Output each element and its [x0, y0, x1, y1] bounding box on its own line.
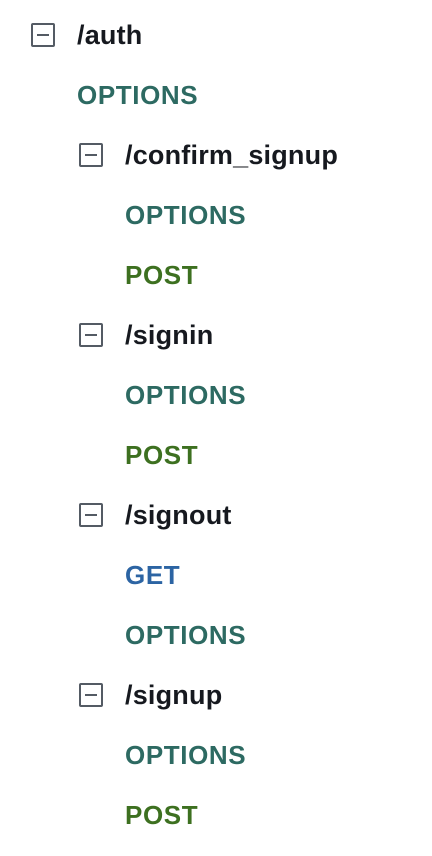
minus-icon	[85, 153, 97, 157]
method-label[interactable]: OPTIONS	[125, 200, 246, 231]
collapse-signup-minus-square-icon[interactable]	[79, 683, 103, 707]
method-label[interactable]: OPTIONS	[125, 740, 246, 771]
collapse-signout-minus-square-icon[interactable]	[79, 503, 103, 527]
method-label[interactable]: OPTIONS	[125, 380, 246, 411]
method-signup-post[interactable]: POST	[125, 795, 198, 835]
method-auth-options[interactable]: OPTIONS	[77, 75, 198, 115]
resource-auth[interactable]: /auth	[31, 15, 143, 55]
minus-icon	[85, 333, 97, 337]
resource-path-signin[interactable]: /signin	[125, 320, 213, 351]
resource-path-signup[interactable]: /signup	[125, 680, 222, 711]
method-confirm-signup-post[interactable]: POST	[125, 255, 198, 295]
minus-icon	[85, 513, 97, 517]
minus-icon	[85, 693, 97, 697]
collapse-signin-minus-square-icon[interactable]	[79, 323, 103, 347]
resource-signin[interactable]: /signin	[79, 315, 213, 355]
resource-signout[interactable]: /signout	[79, 495, 232, 535]
method-signout-get[interactable]: GET	[125, 555, 180, 595]
method-label[interactable]: GET	[125, 560, 180, 591]
resource-confirm-signup[interactable]: /confirm_signup	[79, 135, 338, 175]
method-signin-options[interactable]: OPTIONS	[125, 375, 246, 415]
method-label[interactable]: OPTIONS	[77, 80, 198, 111]
resource-path-confirm-signup[interactable]: /confirm_signup	[125, 140, 338, 171]
method-signup-options[interactable]: OPTIONS	[125, 735, 246, 775]
method-label[interactable]: POST	[125, 260, 198, 291]
collapse-confirm-signup-minus-square-icon[interactable]	[79, 143, 103, 167]
method-label[interactable]: POST	[125, 440, 198, 471]
method-signin-post[interactable]: POST	[125, 435, 198, 475]
method-label[interactable]: OPTIONS	[125, 620, 246, 651]
resource-tree: /auth OPTIONS /confirm_signup OPTIONS PO…	[0, 0, 432, 856]
method-confirm-signup-options[interactable]: OPTIONS	[125, 195, 246, 235]
minus-icon	[37, 33, 49, 37]
method-label[interactable]: POST	[125, 800, 198, 831]
collapse-auth-minus-square-icon[interactable]	[31, 23, 55, 47]
method-signout-options[interactable]: OPTIONS	[125, 615, 246, 655]
resource-path-auth[interactable]: /auth	[77, 20, 143, 51]
resource-signup[interactable]: /signup	[79, 675, 222, 715]
resource-path-signout[interactable]: /signout	[125, 500, 232, 531]
